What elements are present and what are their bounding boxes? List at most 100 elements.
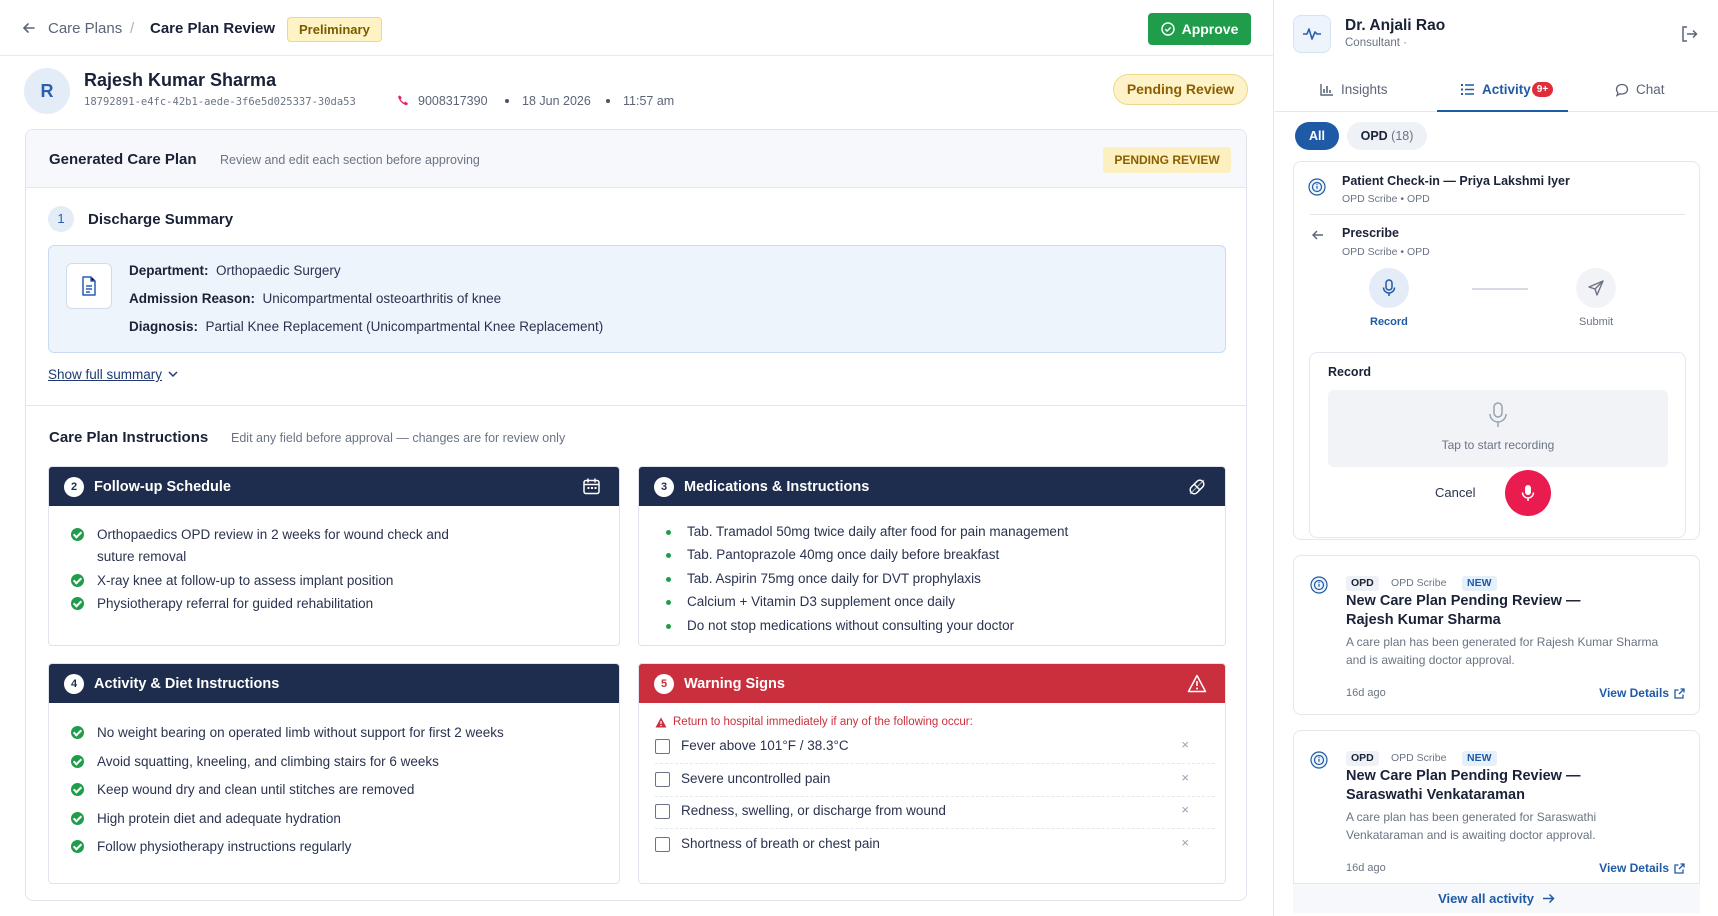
- list-item[interactable]: High protein diet and adequate hydration: [71, 808, 341, 830]
- meta-separator-dot: [606, 99, 610, 103]
- remove-icon[interactable]: ×: [1181, 737, 1189, 752]
- notification-description: A care plan has been generated for Saras…: [1346, 810, 1597, 842]
- record-panel-title: Record: [1328, 365, 1372, 379]
- filter-opd[interactable]: OPD (18): [1347, 122, 1427, 150]
- list-item[interactable]: Keep wound dry and clean until stitches …: [71, 779, 414, 801]
- active-tab-indicator: [1437, 110, 1568, 112]
- submit-step-button[interactable]: [1576, 268, 1616, 308]
- warning-checkbox[interactable]: [655, 739, 670, 754]
- logout-icon[interactable]: [1680, 25, 1698, 43]
- tag-opd-scribe: OPD Scribe: [1391, 577, 1447, 589]
- tab-chat[interactable]: Chat: [1615, 82, 1665, 97]
- notification-card[interactable]: OPD OPD Scribe NEW New Care Plan Pending…: [1293, 730, 1700, 890]
- card-subtitle: Review and edit each section before appr…: [220, 153, 480, 167]
- microphone-icon: [1521, 484, 1535, 502]
- patient-id: 18792891-e4fc-42b1-aede-3f6e5d025337-30d…: [84, 96, 356, 108]
- top-bar: Care Plans / Care Plan Review Preliminar…: [0, 0, 1274, 56]
- section-number: 5: [654, 673, 674, 694]
- cancel-button[interactable]: Cancel: [1435, 485, 1475, 500]
- start-recording-button[interactable]: [1505, 470, 1551, 516]
- back-arrow-icon[interactable]: [1312, 229, 1324, 241]
- bullet: [666, 553, 671, 558]
- back-arrow-icon[interactable]: [22, 21, 36, 35]
- info-icon: [1308, 178, 1326, 196]
- show-full-summary-link[interactable]: Show full summary: [48, 367, 178, 382]
- list-item[interactable]: Do not stop medications without consulti…: [661, 615, 1014, 637]
- warning-checkbox[interactable]: [655, 772, 670, 787]
- department-value: Orthopaedic Surgery: [216, 263, 341, 278]
- list-item[interactable]: Calcium + Vitamin D3 supplement once dai…: [661, 591, 955, 613]
- discharge-section-header: 1 Discharge Summary: [48, 206, 233, 232]
- list-item[interactable]: Tab. Tramadol 50mg twice daily after foo…: [661, 521, 1068, 543]
- view-all-label: View all activity: [1438, 891, 1534, 906]
- list-item[interactable]: No weight bearing on operated limb witho…: [71, 722, 504, 744]
- bullet: [666, 530, 671, 535]
- breadcrumb-care-plans[interactable]: Care Plans: [48, 20, 122, 37]
- notification-title-line1: New Care Plan Pending Review —: [1346, 768, 1581, 784]
- card-header: Generated Care Plan Review and edit each…: [26, 130, 1246, 188]
- sidebar-tabs: Insights Activity 9+ Chat: [1275, 68, 1718, 112]
- send-icon: [1588, 280, 1604, 296]
- calendar-icon: [582, 477, 601, 496]
- tag-opd: OPD: [1346, 751, 1379, 766]
- approve-button[interactable]: Approve: [1148, 13, 1251, 45]
- tab-activity[interactable]: Activity 9+: [1460, 82, 1554, 97]
- section-number: 3: [654, 476, 674, 497]
- chevron-down-icon: [168, 371, 178, 378]
- department-label: Department:: [129, 263, 209, 278]
- section-number: 1: [48, 206, 74, 232]
- list-item-text: Follow physiotherapy instructions regula…: [97, 839, 352, 854]
- warning-checkbox[interactable]: [655, 837, 670, 852]
- tab-insights[interactable]: Insights: [1320, 82, 1388, 97]
- filter-all[interactable]: All: [1295, 122, 1339, 150]
- section-divider: [26, 405, 1246, 406]
- divider: [1310, 214, 1685, 215]
- notification-card[interactable]: OPD OPD Scribe NEW New Care Plan Pending…: [1293, 555, 1700, 715]
- tag-opd: OPD: [1346, 576, 1379, 591]
- warning-item: Shortness of breath or chest pain ×: [655, 832, 1215, 862]
- breadcrumb-separator: /: [130, 20, 135, 37]
- notification-time: 16d ago: [1346, 862, 1386, 874]
- notification-title: New Care Plan Pending Review — Rajesh Kum…: [1346, 592, 1581, 630]
- meta-separator-dot: [505, 99, 509, 103]
- breadcrumb-current: Care Plan Review: [150, 20, 276, 37]
- activity-diet-box: 4 Activity & Diet Instructions No weight…: [48, 663, 620, 884]
- medications-title: Medications & Instructions: [684, 478, 870, 495]
- view-all-activity-button[interactable]: View all activity: [1293, 883, 1700, 913]
- show-full-summary-label: Show full summary: [48, 367, 163, 382]
- list-item[interactable]: Tab. Aspirin 75mg once daily for DVT pro…: [661, 568, 981, 590]
- view-details-link[interactable]: View Details: [1599, 686, 1685, 700]
- card-title: Generated Care Plan: [49, 151, 197, 168]
- pulse-icon: [1293, 15, 1331, 53]
- microphone-icon: [1488, 402, 1508, 428]
- admission-reason-value: Unicompartmental osteoarthritis of knee: [262, 291, 502, 306]
- activity-diet-title: Activity & Diet Instructions: [94, 675, 280, 692]
- phone-icon: [397, 94, 410, 107]
- remove-icon[interactable]: ×: [1181, 802, 1189, 817]
- warning-item-text: Fever above 101°F / 38.3°C: [681, 738, 849, 753]
- list-item[interactable]: Avoid squatting, kneeling, and climbing …: [71, 751, 439, 773]
- remove-icon[interactable]: ×: [1181, 835, 1189, 850]
- medications-box: 3 Medications & Instructions Tab. Tramad…: [638, 466, 1226, 646]
- list-item[interactable]: Tab. Pantoprazole 40mg once daily before…: [661, 544, 999, 566]
- approve-label: Approve: [1181, 21, 1239, 37]
- remove-icon[interactable]: ×: [1181, 770, 1189, 785]
- view-details-link[interactable]: View Details: [1599, 861, 1685, 875]
- info-icon: [1310, 576, 1328, 594]
- list-item[interactable]: Physiotherapy referral for guided rehabi…: [71, 593, 373, 615]
- list-item-text: Tab. Aspirin 75mg once daily for DVT pro…: [687, 571, 981, 586]
- warning-checkbox[interactable]: [655, 804, 670, 819]
- check-icon: [71, 528, 84, 541]
- follow-up-schedule-box: 2 Follow-up Schedule Orthopaedics OPD re…: [48, 466, 620, 646]
- recording-area[interactable]: Tap to start recording: [1328, 390, 1668, 467]
- bar-chart-icon: [1320, 83, 1334, 96]
- list-item-continuation[interactable]: suture removal: [71, 546, 186, 568]
- list-item-text: Tab. Pantoprazole 40mg once daily before…: [687, 547, 1000, 562]
- record-step-button[interactable]: [1369, 268, 1409, 308]
- patient-name: Rajesh Kumar Sharma: [84, 70, 277, 90]
- list-item[interactable]: Follow physiotherapy instructions regula…: [71, 836, 351, 858]
- check-icon: [71, 597, 84, 610]
- pending-review-badge: PENDING REVIEW: [1103, 147, 1231, 173]
- list-item[interactable]: Orthopaedics OPD review in 2 weeks for w…: [71, 524, 449, 546]
- list-item[interactable]: X-ray knee at follow-up to assess implan…: [71, 570, 393, 592]
